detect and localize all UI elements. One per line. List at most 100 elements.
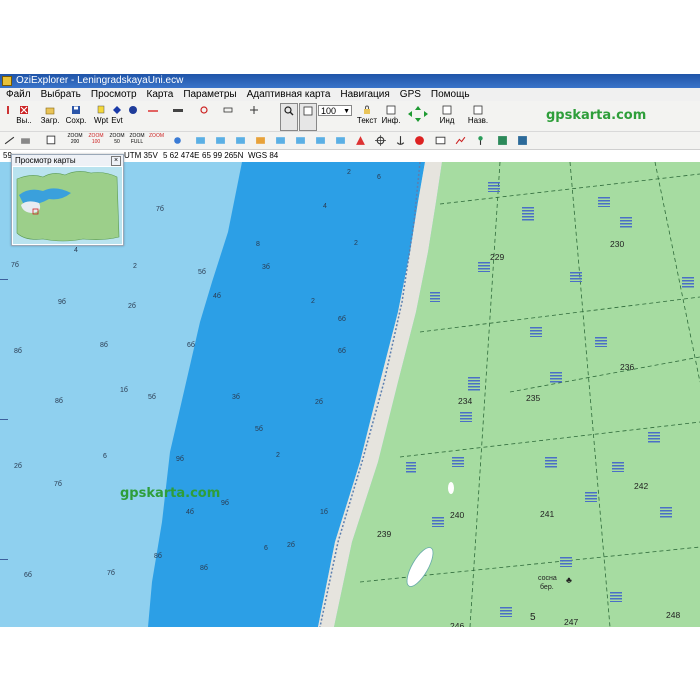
depth-sounding: 9б — [176, 456, 184, 463]
proximity-button[interactable] — [126, 103, 140, 129]
navigation-arrows[interactable] — [405, 103, 431, 129]
quarter-number: 246 — [450, 621, 465, 627]
track-icon — [148, 110, 158, 112]
quarter-number: 242 — [634, 481, 649, 491]
chevron-down-icon: ▼ — [343, 108, 350, 115]
depth-sounding: 7б — [11, 262, 19, 269]
quarter-number: 239 — [377, 529, 392, 539]
move-map-button[interactable] — [299, 103, 317, 131]
back-label: Назв. — [467, 116, 489, 125]
depth-sounding: 4 — [74, 247, 78, 254]
menu-options[interactable]: Параметры — [177, 88, 240, 101]
depth-sounding: 3б — [232, 394, 240, 401]
track-button[interactable] — [142, 103, 164, 129]
quarter-number: 247 — [564, 617, 579, 627]
text-button[interactable]: Текст — [356, 103, 378, 129]
copy-icon[interactable] — [46, 135, 57, 146]
quarter-number: 240 — [450, 510, 465, 520]
menu-help[interactable]: Помощь — [425, 88, 474, 101]
mapcomment-button[interactable] — [218, 103, 238, 129]
zoom-200-button[interactable]: ZOOM 200 — [66, 133, 84, 145]
find-icon[interactable] — [172, 135, 183, 146]
marsh-symbol — [430, 292, 440, 302]
back-button[interactable]: Назв. — [466, 103, 490, 129]
index-button[interactable]: Инд — [436, 103, 458, 129]
menu-bar: Файл Выбрать Просмотр Карта Параметры Адаптив… — [0, 88, 700, 101]
menu-file[interactable]: Файл — [0, 88, 35, 101]
graph-icon[interactable] — [455, 135, 466, 146]
depth-sounding: 4б — [213, 293, 221, 300]
save-button[interactable]: Сохр. — [64, 103, 88, 129]
text-label: Текст — [356, 116, 378, 125]
tree-icon: ♣ — [566, 575, 572, 585]
index-icon — [442, 105, 452, 115]
depth-sounding: 1б — [320, 509, 328, 516]
gps-log-icon[interactable] — [315, 135, 326, 146]
mapcomment-icon — [223, 107, 233, 113]
menu-view[interactable]: Просмотр — [85, 88, 141, 101]
place-label-2: бер. — [540, 584, 554, 591]
map-preview-panel[interactable]: Просмотр карты × — [11, 154, 124, 246]
gps-waypoints-icon[interactable] — [255, 135, 266, 146]
zoom-100-button[interactable]: ZOOM 100 — [87, 133, 105, 145]
exit-button[interactable]: Вы.. — [14, 103, 34, 129]
preview-thumbnail — [13, 167, 122, 244]
marsh-symbol — [530, 327, 542, 337]
depth-sounding: 6б — [338, 348, 346, 355]
depth-sounding: 6б — [24, 572, 32, 579]
waypoint-button[interactable]: Wpt — [94, 103, 108, 129]
depth-sounding: 4 — [323, 203, 327, 210]
menu-select[interactable]: Выбрать — [35, 88, 85, 101]
depth-sounding: 8б — [154, 553, 162, 560]
event-button[interactable]: Evt — [110, 103, 124, 129]
marsh-symbol — [570, 272, 582, 282]
mapfeature-button[interactable] — [194, 103, 214, 129]
map-green-icon[interactable] — [497, 135, 508, 146]
marsh-symbol — [478, 262, 490, 272]
map-blue-icon[interactable] — [517, 135, 528, 146]
marsh-symbol — [595, 337, 607, 347]
info-icon — [386, 105, 396, 115]
menu-adaptive-map[interactable]: Адаптивная карта — [241, 88, 335, 101]
gps-connect-icon[interactable] — [195, 135, 206, 146]
info-label: Инф. — [381, 116, 401, 125]
menu-navigation[interactable]: Навигация — [334, 88, 393, 101]
ruler-icon[interactable] — [4, 135, 15, 146]
menu-map[interactable]: Карта — [141, 88, 178, 101]
status-datum: WGS 84 — [248, 151, 279, 160]
gps-tracks-icon[interactable] — [295, 135, 306, 146]
gps-routes-icon[interactable] — [275, 135, 286, 146]
pin-button[interactable] — [2, 103, 14, 129]
marsh-symbol — [610, 592, 622, 602]
marsh-symbol — [406, 462, 416, 474]
anchor-icon[interactable] — [395, 135, 406, 146]
crosshair-icon[interactable] — [375, 135, 386, 146]
grid-tick — [0, 279, 8, 280]
menu-gps[interactable]: GPS — [394, 88, 425, 101]
save-label: Сохр. — [65, 116, 87, 125]
lock-icon — [364, 105, 370, 114]
zoom-custom-button[interactable]: ZOOM — [149, 133, 164, 139]
gps-upload-icon[interactable] — [235, 135, 246, 146]
depth-sounding: 8 — [256, 241, 260, 248]
zoom-select[interactable]: 100 ▼ — [318, 105, 352, 116]
marsh-symbol — [545, 457, 557, 469]
gps-fix-icon[interactable] — [335, 135, 346, 146]
marsh-symbol — [432, 517, 444, 527]
zoom-50-button[interactable]: ZOOM 50 — [108, 133, 126, 145]
moving-map-icon[interactable] — [355, 135, 366, 146]
print-icon[interactable] — [20, 135, 31, 146]
zoom-tool-button[interactable] — [280, 103, 298, 131]
gps-download-icon[interactable] — [215, 135, 226, 146]
marsh-symbol — [648, 432, 660, 444]
route-button[interactable] — [168, 103, 188, 129]
display-icon[interactable] — [435, 135, 446, 146]
name-search-button[interactable] — [244, 103, 264, 129]
info-button[interactable]: Инф. — [380, 103, 402, 129]
load-button[interactable]: Загр. — [38, 103, 62, 129]
depth-sounding: 1б — [120, 387, 128, 394]
antenna-icon[interactable] — [475, 135, 486, 146]
close-icon[interactable]: × — [111, 156, 121, 166]
zoom-full-button[interactable]: ZOOM FULL — [128, 133, 146, 145]
stop-icon[interactable] — [414, 135, 425, 146]
